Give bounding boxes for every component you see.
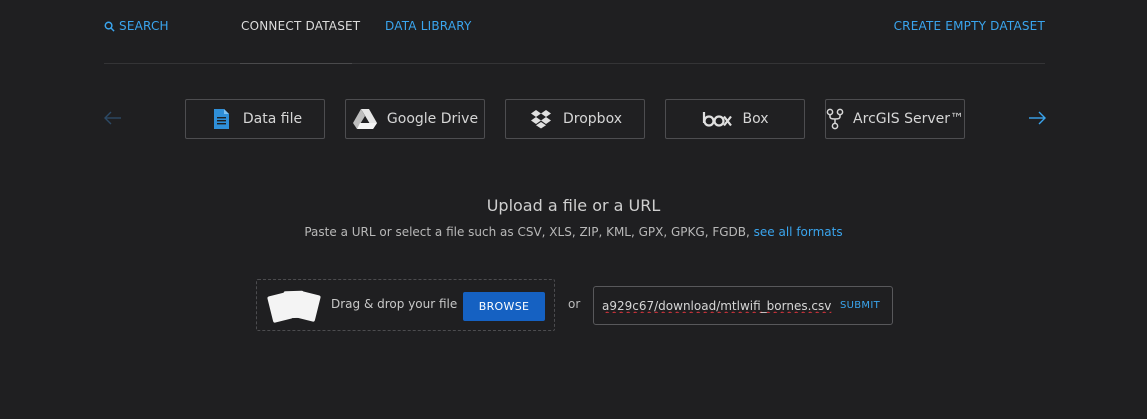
- active-tab-indicator: [240, 63, 352, 64]
- or-separator: or: [568, 297, 581, 311]
- upload-title: Upload a file or a URL: [486, 196, 661, 215]
- provider-label: Data file: [242, 111, 303, 127]
- provider-label: ArcGIS Server™: [853, 111, 964, 127]
- search-tab-label: SEARCH: [119, 19, 169, 33]
- provider-label: Dropbox: [563, 111, 622, 127]
- search-icon: [104, 21, 115, 32]
- provider-arcgis[interactable]: ArcGIS Server™: [825, 99, 965, 139]
- provider-dropbox[interactable]: Dropbox: [505, 99, 645, 139]
- provider-tabs: Data file Google Drive Dropbox Box ArcGI…: [185, 99, 965, 139]
- create-empty-dataset-link[interactable]: CREATE EMPTY DATASET: [894, 19, 1045, 33]
- provider-google-drive[interactable]: Google Drive: [345, 99, 485, 139]
- files-illustration-icon: [267, 290, 322, 324]
- top-navigation: SEARCH CONNECT DATASET DATA LIBRARY CREA…: [104, 0, 1045, 64]
- submit-button[interactable]: SUBMIT: [840, 300, 880, 311]
- upload-subtitle: Paste a URL or select a file such as CSV…: [0, 225, 1147, 239]
- connect-dataset-page: SEARCH CONNECT DATASET DATA LIBRARY CREA…: [0, 0, 1147, 419]
- provider-box[interactable]: Box: [665, 99, 805, 139]
- arrow-left-icon[interactable]: [103, 108, 123, 128]
- arcgis-icon: [826, 108, 844, 130]
- browse-button[interactable]: BROWSE: [463, 292, 545, 321]
- url-input[interactable]: [602, 297, 832, 315]
- url-box: SUBMIT: [593, 286, 893, 325]
- data-library-tab[interactable]: DATA LIBRARY: [385, 19, 472, 33]
- provider-label: Google Drive: [386, 111, 479, 127]
- supported-formats-text: Paste a URL or select a file such as CSV…: [304, 225, 750, 239]
- drop-instructions: Drag & drop your file: [331, 297, 458, 311]
- file-icon: [208, 108, 234, 130]
- dropbox-icon: [528, 108, 554, 130]
- see-all-formats-link[interactable]: see all formats: [754, 225, 843, 239]
- arrow-right-icon[interactable]: [1027, 108, 1047, 128]
- box-icon: [701, 108, 733, 130]
- search-tab[interactable]: SEARCH: [104, 19, 169, 33]
- google-drive-icon: [352, 108, 378, 130]
- file-dropzone[interactable]: Drag & drop your file BROWSE: [256, 279, 555, 331]
- provider-data-file[interactable]: Data file: [185, 99, 325, 139]
- connect-dataset-tab[interactable]: CONNECT DATASET: [241, 19, 360, 33]
- provider-label: Box: [742, 111, 769, 127]
